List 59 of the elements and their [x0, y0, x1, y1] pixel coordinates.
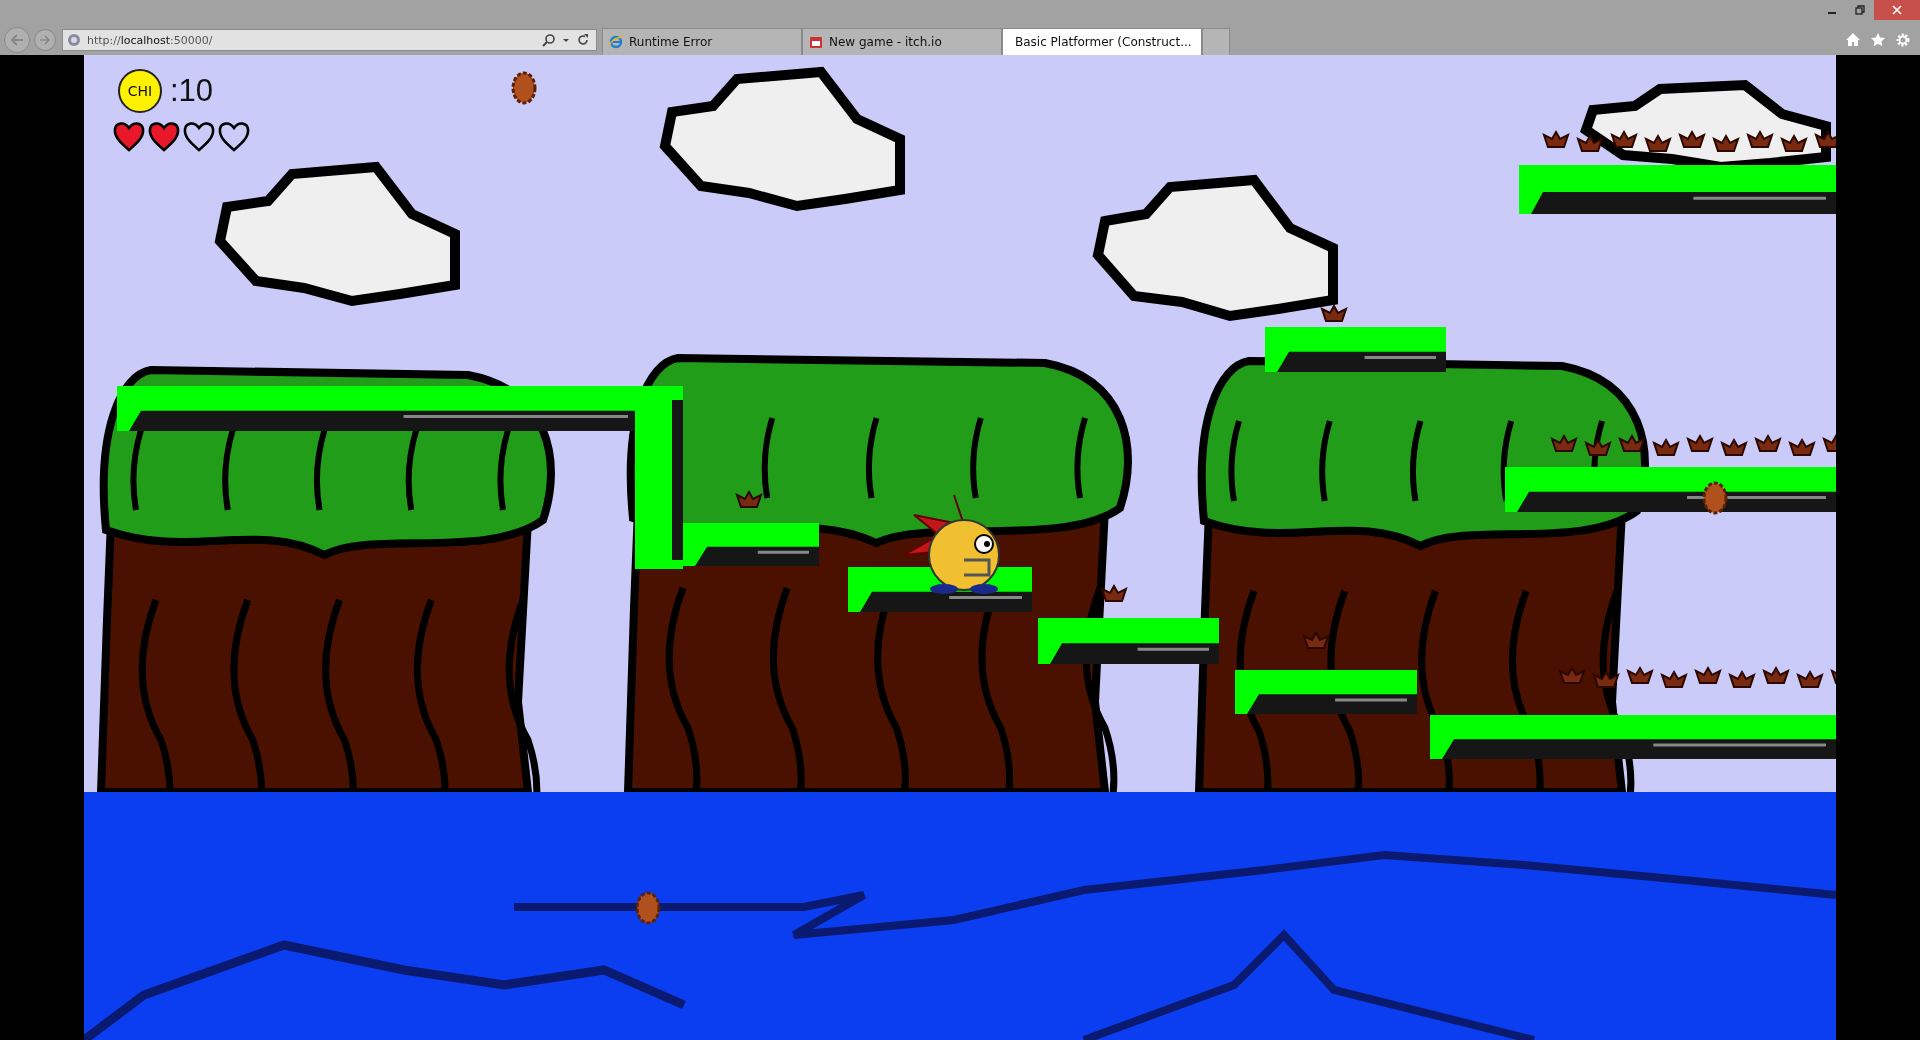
- forward-arrow-icon: [38, 33, 52, 47]
- enemy-sprite: [1610, 130, 1638, 148]
- enemy-sprite: [1754, 434, 1782, 452]
- back-button[interactable]: [4, 27, 30, 53]
- enemy-sprite: [1660, 670, 1688, 688]
- tab-title: Runtime Error: [629, 35, 714, 49]
- minimize-icon: [1828, 12, 1836, 14]
- enemy-sprite: [1788, 438, 1816, 456]
- tab-favicon-icon: [609, 35, 623, 49]
- enemy-sprite: [735, 490, 763, 508]
- enemy-sprite: [1686, 434, 1714, 452]
- enemy-sprite: [1780, 134, 1808, 152]
- new-tab-button[interactable]: [1202, 28, 1230, 55]
- settings-icon[interactable]: [1895, 32, 1911, 48]
- enemy-sprite: [1678, 130, 1706, 148]
- enemy-sprite: [1302, 631, 1330, 649]
- enemy-sprite: [1626, 666, 1654, 684]
- favorites-star-icon[interactable]: [1870, 32, 1886, 48]
- enemy-sprite: [1720, 438, 1748, 456]
- forward-button[interactable]: [34, 29, 56, 51]
- browser-tab[interactable]: Basic Platformer (Construct...: [1002, 28, 1202, 55]
- enemy-sprite: [1100, 584, 1128, 602]
- close-icon: [1892, 5, 1902, 15]
- tab-title: New game - itch.io: [829, 35, 943, 49]
- close-button[interactable]: [1874, 0, 1920, 20]
- enemy-sprite: [1576, 134, 1604, 152]
- enemy-sprite: [1830, 666, 1836, 684]
- restore-icon: [1855, 5, 1865, 15]
- page-icon: [67, 33, 81, 47]
- enemy-sprite: [1822, 434, 1836, 452]
- enemy-sprite: [1796, 670, 1824, 688]
- enemy-sprite: [1584, 438, 1612, 456]
- tab-title: Basic Platformer (Construct...: [1015, 35, 1192, 49]
- browser-tab[interactable]: New game - itch.io: [802, 28, 1002, 55]
- seed-item: [1702, 481, 1728, 515]
- seed-item: [511, 71, 537, 105]
- enemy-sprite: [1712, 134, 1740, 152]
- enemy-sprite: [1762, 666, 1790, 684]
- enemy-sprite: [1592, 670, 1620, 688]
- enemy-sprite: [1814, 130, 1836, 148]
- enemy-sprite: [1694, 666, 1722, 684]
- enemy-sprite: [1746, 130, 1774, 148]
- enemy-sprite: [1644, 134, 1672, 152]
- enemy-sprite: [1558, 666, 1586, 684]
- browser-tab[interactable]: Runtime Error: [602, 28, 802, 55]
- address-bar[interactable]: http://localhost:50000/: [62, 29, 597, 51]
- tab-favicon-icon: [809, 35, 823, 49]
- enemy-sprite: [1728, 670, 1756, 688]
- enemy-sprite: [1618, 434, 1646, 452]
- url-text: http://localhost:50000/: [87, 33, 213, 47]
- enemy-sprite: [1652, 438, 1680, 456]
- home-icon[interactable]: [1845, 32, 1861, 48]
- seed-item: [635, 891, 661, 925]
- enemy-sprite: [1542, 130, 1570, 148]
- enemy-sprite: [1550, 434, 1578, 452]
- score-counter: :10: [170, 73, 214, 109]
- search-icon[interactable]: [542, 33, 556, 47]
- enemy-sprite: [1320, 304, 1348, 322]
- refresh-icon[interactable]: [576, 33, 590, 47]
